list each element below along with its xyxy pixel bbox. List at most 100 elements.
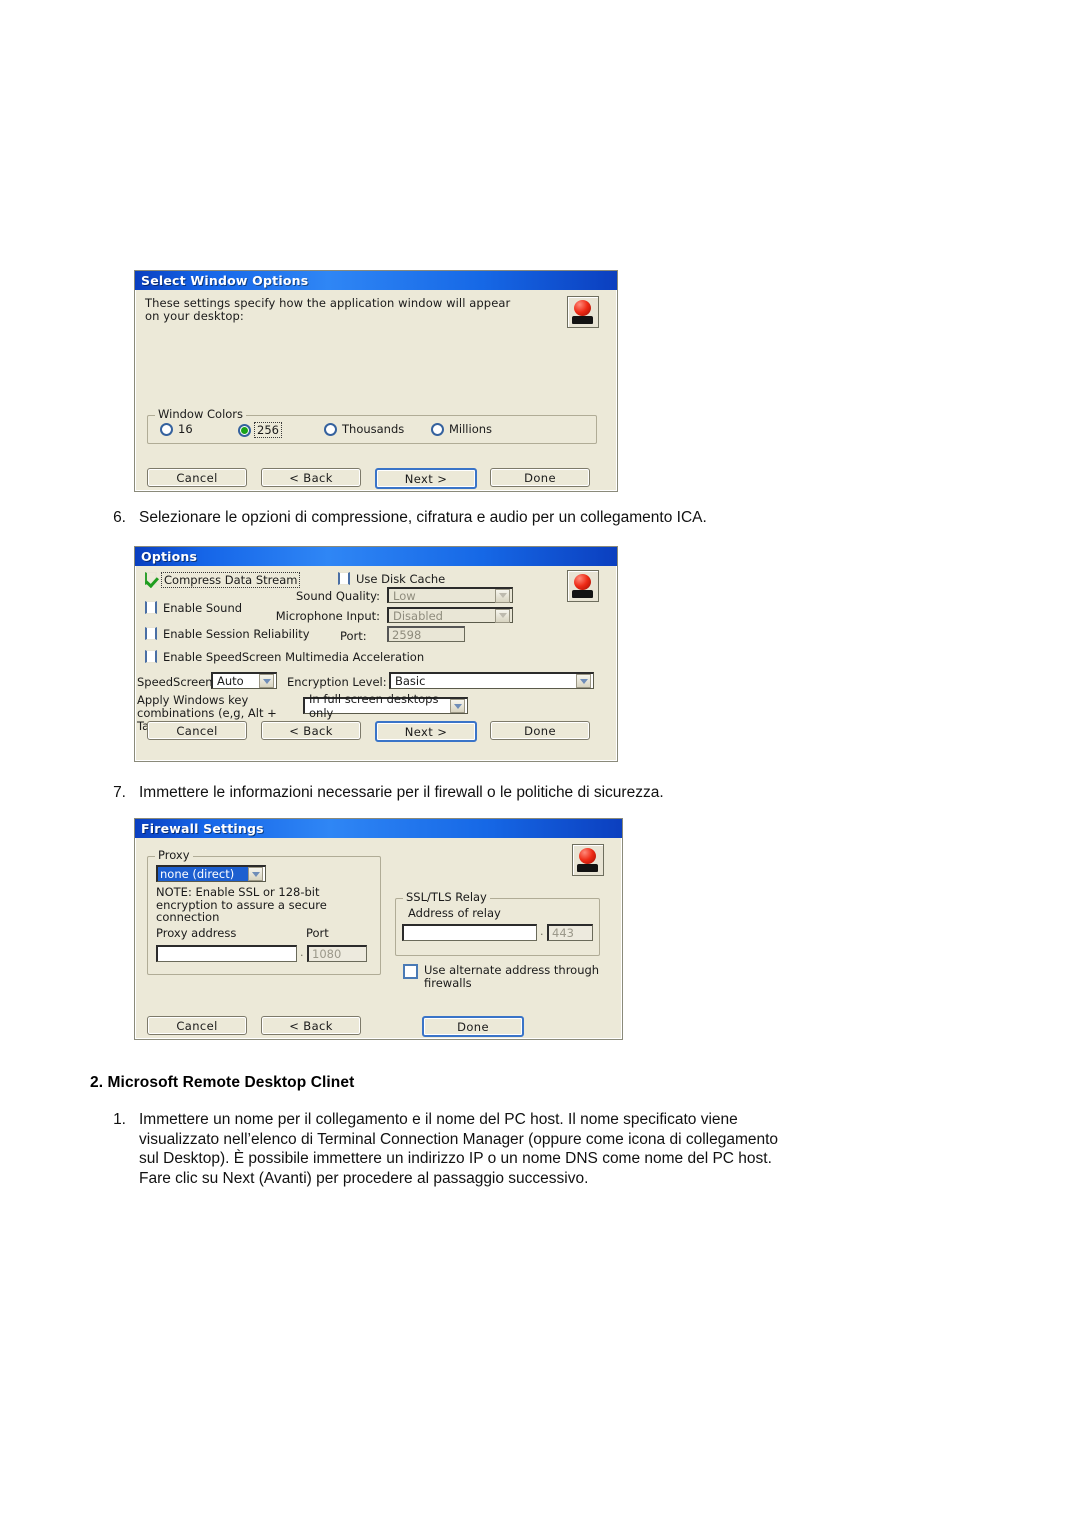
step-6-number: 6. (113, 509, 126, 526)
sound-quality-combo[interactable]: Low (387, 587, 513, 603)
next-button[interactable]: Next > (375, 721, 477, 742)
back-button[interactable]: < Back (261, 1016, 361, 1035)
radio-dot-thousands (324, 422, 337, 436)
titlebar-firewall-settings: Firewall Settings (135, 819, 622, 838)
chevron-down-icon[interactable] (259, 674, 274, 688)
red-ball-shape (574, 574, 591, 590)
chevron-down-icon[interactable] (495, 608, 510, 623)
intro-text: These settings specify how the applicati… (145, 296, 511, 323)
relay-port-input[interactable]: 443 (547, 924, 593, 941)
address-of-relay-label: Address of relay (408, 906, 501, 920)
radio-label-thousands: Thousands (342, 422, 405, 436)
cancel-button-label: Cancel (176, 470, 218, 485)
done-button[interactable]: Done (422, 1016, 524, 1037)
relay-port-separator-dot: · (540, 928, 544, 941)
checkbox-label: Enable SpeedScreen Multimedia Accelerati… (163, 650, 425, 664)
cancel-button-label: Cancel (176, 1018, 218, 1033)
step-7: 7. Immettere le informazioni necessarie … (104, 783, 864, 803)
cancel-button[interactable]: Cancel (147, 721, 247, 740)
next-button-label: Next > (404, 724, 448, 739)
apply-windows-key-combo[interactable]: In full screen desktops only (303, 692, 468, 720)
checkbox-box (403, 964, 418, 979)
checkbox-label: Enable Sound (163, 601, 243, 615)
checkbox-use-disk-cache[interactable]: Use Disk Cache (338, 572, 445, 586)
radio-millions[interactable]: Millions (431, 422, 492, 436)
done-button-label: Done (524, 470, 556, 485)
checkbox-use-alternate-address[interactable]: Use alternate address through firewalls (403, 964, 603, 989)
done-button-label: Done (524, 723, 556, 738)
radio-dot-16 (160, 422, 173, 436)
titlebar-title: Options (141, 549, 198, 564)
proxy-address-input[interactable] (156, 945, 297, 962)
red-ball-shape (574, 300, 591, 316)
back-button-label: < Back (289, 470, 333, 485)
encryption-level-value: Basic (395, 674, 426, 688)
titlebar-title: Select Window Options (141, 273, 309, 288)
black-base-shape (572, 316, 593, 324)
radio-label-millions: Millions (449, 422, 493, 436)
radio-label-256: 256 (254, 422, 282, 438)
encryption-level-combo[interactable]: Basic (389, 672, 594, 689)
checkbox-compress-data-stream[interactable]: Compress Data Stream (145, 572, 301, 588)
relay-address-input[interactable] (402, 924, 537, 941)
step-6-text: Selezionare le opzioni di compressione, … (139, 509, 707, 526)
speedscreen-value: Auto (217, 674, 244, 688)
checkbox-label: Enable Session Reliability (163, 627, 310, 641)
titlebar-select-window-options: Select Window Options (135, 271, 617, 290)
chevron-down-icon[interactable] (248, 867, 263, 881)
next-button[interactable]: Next > (375, 468, 477, 489)
checkbox-enable-session-reliability[interactable]: Enable Session Reliability (145, 627, 310, 641)
port-input[interactable]: 2598 (387, 626, 465, 642)
port-separator-dot: · (300, 949, 304, 962)
back-button-label: < Back (289, 1018, 333, 1033)
done-button-label: Done (457, 1019, 489, 1034)
checkbox-enable-sound[interactable]: Enable Sound (145, 601, 242, 615)
step-7-text: Immettere le informazioni necessarie per… (139, 784, 664, 801)
titlebar-title: Firewall Settings (141, 821, 264, 836)
done-button[interactable]: Done (490, 721, 590, 740)
citrix-ball-icon (572, 844, 604, 876)
citrix-ball-icon (567, 296, 599, 328)
cancel-button[interactable]: Cancel (147, 468, 247, 487)
chevron-down-icon[interactable] (450, 699, 465, 713)
radio-thousands[interactable]: Thousands (324, 422, 404, 436)
microphone-input-combo[interactable]: Disabled (387, 607, 513, 623)
cancel-button[interactable]: Cancel (147, 1016, 247, 1035)
back-button[interactable]: < Back (261, 721, 361, 740)
window-colors-group-label: Window Colors (155, 408, 247, 420)
radio-16[interactable]: 16 (160, 422, 193, 436)
chevron-down-icon[interactable] (495, 588, 510, 603)
sound-quality-value: Low (393, 588, 416, 603)
radio-label-16: 16 (178, 422, 193, 436)
red-ball-shape (579, 848, 596, 864)
port-value: 2598 (392, 627, 422, 642)
proxy-type-combo[interactable]: none (direct) (156, 865, 266, 882)
section-2-heading: 2. Microsoft Remote Desktop Clinet (90, 1074, 355, 1091)
black-base-shape (577, 864, 598, 872)
ssl-tls-relay-group: SSL/TLS Relay Address of relay · 443 (395, 891, 600, 956)
back-button[interactable]: < Back (261, 468, 361, 487)
sound-quality-label: Sound Quality: (296, 589, 380, 603)
radio-256[interactable]: 256 (238, 422, 282, 438)
checkbox-box (145, 601, 157, 614)
checkbox-box (145, 627, 157, 640)
checkbox-box (145, 650, 157, 663)
cancel-button-label: Cancel (176, 723, 218, 738)
step-6: 6. Selezionare le opzioni di compression… (104, 508, 864, 528)
step-1: 1. Immettere un nome per il collegamento… (104, 1110, 784, 1188)
proxy-note: NOTE: Enable SSL or 128-bit encryption t… (156, 885, 327, 924)
dialog-firewall-settings: Firewall Settings Proxy none (direct) NO… (134, 818, 623, 1040)
next-button-label: Next > (404, 471, 448, 486)
proxy-port-input[interactable]: 1080 (307, 945, 367, 962)
apply-windows-key-value: In full screen desktops only (309, 692, 439, 720)
checkbox-box (145, 572, 157, 585)
step-1-number: 1. (113, 1111, 126, 1128)
done-button[interactable]: Done (490, 468, 590, 487)
checkbox-enable-speedscreen-multimedia[interactable]: Enable SpeedScreen Multimedia Accelerati… (145, 650, 424, 664)
encryption-level-label: Encryption Level: (287, 675, 387, 689)
speedscreen-combo[interactable]: Auto (211, 672, 277, 689)
citrix-ball-icon (567, 570, 599, 602)
relay-port-value: 443 (552, 926, 574, 940)
chevron-down-icon[interactable] (576, 674, 591, 688)
microphone-input-value: Disabled (393, 608, 443, 623)
